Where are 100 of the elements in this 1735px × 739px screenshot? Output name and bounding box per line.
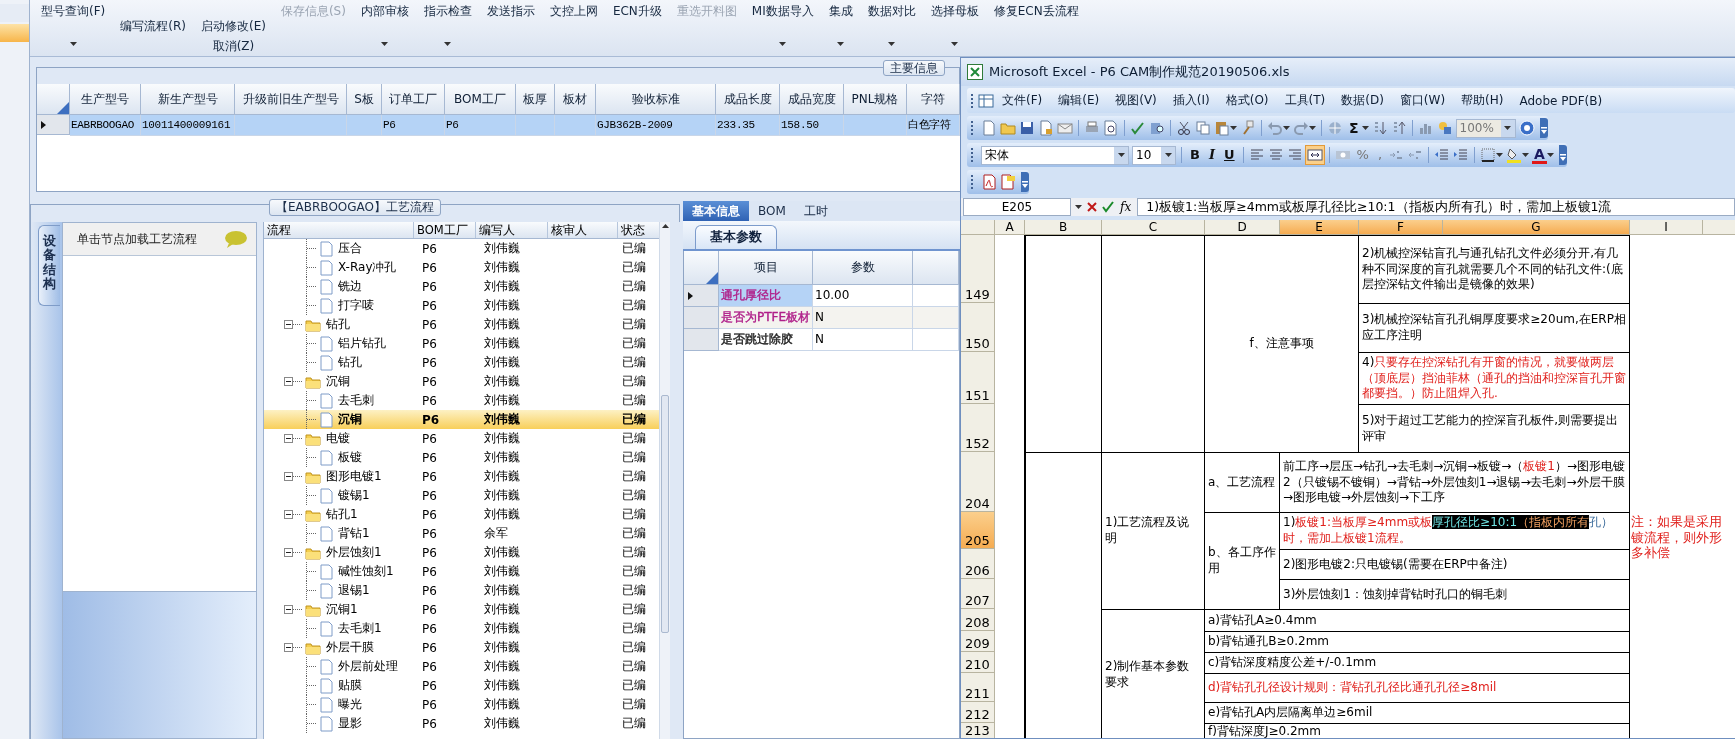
row-header[interactable]: 151 [961,352,995,404]
tree-row[interactable]: 沉铜 P6 刘伟巍 已编 [264,410,659,429]
toolbar-button[interactable]: ECN升级 [612,0,662,54]
scrollbar[interactable] [659,222,670,739]
column-header[interactable]: BOM工厂 [445,84,516,115]
toolbar-button[interactable]: 取消(Z) [212,38,255,55]
row-indicator[interactable] [684,285,719,307]
menu-item[interactable]: 格式(O) [1217,92,1277,109]
merge-center-icon[interactable] [1305,146,1324,164]
tree-row[interactable]: 沉铜 P6 刘伟巍 已编 [264,372,659,391]
caret-icon[interactable] [1522,153,1530,157]
align-center-icon[interactable] [1267,147,1284,163]
sheet-icon[interactable] [978,92,994,109]
toolbar-button[interactable]: 内部审核 [360,0,409,54]
caret-icon[interactable] [1283,126,1290,130]
menu-item[interactable]: 编辑(E) [1050,92,1108,109]
menu-item[interactable]: 插入(I) [1164,92,1218,109]
font-color-button[interactable]: A [1532,146,1547,164]
toolbar-button[interactable]: 指示检查 [423,0,472,54]
cancel-icon[interactable] [1086,201,1098,213]
tree-row[interactable]: 去毛刺1 P6 刘伟巍 已编 [264,619,659,638]
toolbar-button[interactable]: 编写流程(R) [120,0,186,54]
tree-row[interactable]: 去毛刺 P6 刘伟巍 已编 [264,391,659,410]
font-field[interactable]: 宋体 [981,145,1129,165]
caret-icon[interactable] [1361,126,1369,130]
caret-icon[interactable] [1075,205,1082,209]
collapse-icon[interactable] [284,377,293,386]
scroll-up-icon[interactable] [660,222,670,230]
row-header[interactable]: 149 [961,235,995,303]
tab[interactable]: 工时 [794,201,837,221]
fill-color-icon[interactable] [1506,147,1523,163]
paste-icon[interactable] [1214,120,1230,136]
drawing-icon[interactable] [1436,120,1453,136]
row-header[interactable]: 207 [961,579,995,609]
toolbar-button[interactable]: 发送指示 [486,0,535,54]
tree-row[interactable]: 背钻1 P6 余军 已编 [264,524,659,543]
column-header[interactable]: S板 [347,84,382,115]
name-box[interactable]: E205 [963,198,1071,216]
column-header[interactable]: 编写人 [476,222,548,238]
toolbar-button[interactable]: 数据对比 [867,0,916,54]
menu-item[interactable]: 窗口(W) [1391,92,1454,109]
borders-icon[interactable] [1480,147,1497,163]
row-header[interactable]: 213 [961,723,995,738]
caret-icon[interactable] [69,42,77,46]
toolbar-options-icon[interactable] [1021,172,1029,192]
tree-row[interactable]: 碱性蚀刻1 P6 刘伟巍 已编 [264,562,659,581]
insert-function-button[interactable]: fx [1118,200,1134,214]
formula-field[interactable]: 1)板镀1:当板厚≥4mm或板厚孔径比≥10:1（指板内所有孔）时，需加上板镀1流 [1137,198,1735,216]
tree-row[interactable]: 退锡1 P6 刘伟巍 已编 [264,581,659,600]
underline-button[interactable]: U [1221,146,1238,164]
autosum-button[interactable]: Σ [1346,119,1362,137]
side-tab[interactable]: 设备结构 [38,225,60,307]
tree-row[interactable]: 贴膜 P6 刘伟巍 已编 [264,676,659,695]
column-header[interactable]: PNL规格 [844,84,907,115]
toolbar-button[interactable]: 修复ECN丢流程 [993,0,1079,54]
tree-row[interactable]: 钻孔 P6 刘伟巍 已编 [264,315,659,334]
caret-icon[interactable] [888,42,896,46]
tree-row[interactable]: 镀锡1 P6 刘伟巍 已编 [264,486,659,505]
row-header[interactable]: 211 [961,673,995,702]
collapse-icon[interactable] [284,643,293,652]
toolbar-button[interactable]: 启动修改(E) [200,18,266,35]
tree-row[interactable]: 铣边 P6 刘伟巍 已编 [264,277,659,296]
tree-row[interactable]: 显影 P6 刘伟巍 已编 [264,714,659,733]
caret-icon[interactable] [1496,153,1504,157]
tree-row[interactable]: 钻孔 P6 刘伟巍 已编 [264,353,659,372]
column-header[interactable]: I [1630,220,1703,235]
menu-item[interactable]: 数据(D) [1333,92,1392,109]
row-header[interactable]: 206 [961,549,995,579]
column-header[interactable]: BOM工厂 [414,222,476,238]
row-header[interactable]: 212 [961,702,995,723]
italic-button[interactable]: I [1205,146,1218,164]
column-header[interactable]: 成品长度 [716,84,780,115]
pdf-icon[interactable] [981,174,997,190]
caret-icon[interactable] [1164,153,1172,157]
collapse-icon[interactable] [284,548,293,557]
column-header[interactable]: 订单工厂 [382,84,445,115]
toolbar-button[interactable]: MI数据导入 [751,0,814,54]
bold-button[interactable]: B [1187,146,1203,164]
column-header[interactable]: 升级前旧生产型号 [235,84,347,115]
tree-row[interactable]: X-Ray冲孔 P6 刘伟巍 已编 [264,258,659,277]
tree-row[interactable]: 外层蚀刻1 P6 刘伟巍 已编 [264,543,659,562]
column-header[interactable]: 核审人 [548,222,618,238]
row-header[interactable]: 204 [961,452,995,512]
row-header[interactable]: 150 [961,303,995,352]
column-header[interactable]: F [1359,220,1443,235]
collapse-icon[interactable] [284,434,293,443]
row-header[interactable]: 152 [961,404,995,452]
column-header[interactable]: 流程 [264,222,414,238]
caret-icon[interactable] [1230,126,1237,130]
tree-row[interactable]: 压合 P6 刘伟巍 已编 [264,239,659,258]
toolbar-options-icon[interactable] [1558,145,1567,165]
column-header[interactable]: E [1280,220,1359,235]
collapse-icon[interactable] [284,320,293,329]
tree-row[interactable]: 曝光 P6 刘伟巍 已编 [264,695,659,714]
collapse-icon[interactable] [284,472,293,481]
menu-item[interactable]: Adobe PDF(B) [1511,93,1611,108]
column-header[interactable]: B [1025,220,1102,235]
tree-row[interactable]: 钻孔1 P6 刘伟巍 已编 [264,505,659,524]
increase-indent-icon[interactable] [1453,147,1470,163]
sheet-cell[interactable]: 2)机械控深钻盲孔与通孔钻孔文件必须分开,有几种不同深度的盲孔就需要几个不同的钻孔文件:(底层控深钻文件输出是镜像的效果) [1358,235,1630,304]
